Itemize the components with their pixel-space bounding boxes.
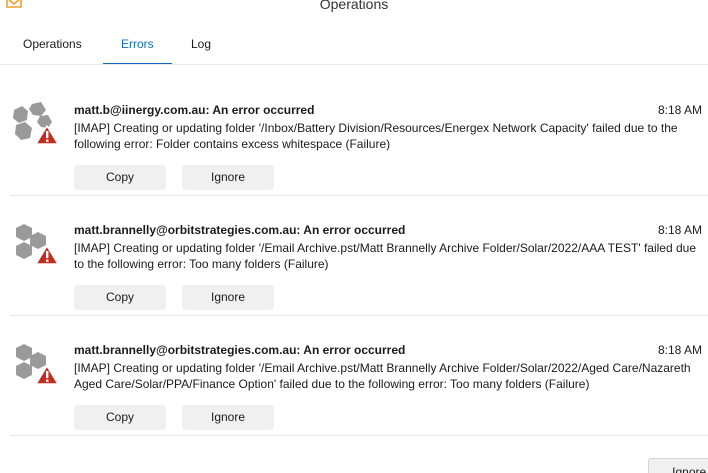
ignore-button[interactable]: Ignore [182, 165, 274, 190]
error-message: [IMAP] Creating or updating folder '/Ema… [74, 361, 691, 391]
tab-errors[interactable]: Errors [103, 37, 172, 65]
copy-button[interactable]: Copy [74, 285, 166, 310]
error-message: [IMAP] Creating or updating folder '/Ema… [74, 241, 697, 271]
error-item: matt.b@iinergy.com.au: An error occurred… [10, 76, 708, 196]
error-message: [IMAP] Creating or updating folder '/Inb… [74, 121, 678, 151]
copy-button[interactable]: Copy [74, 405, 166, 430]
error-item: matt.brannelly@orbitstrategies.com.au: A… [10, 196, 708, 316]
ignore-button[interactable]: Ignore [182, 285, 274, 310]
error-badge-icon [35, 365, 59, 385]
tab-divider [0, 64, 708, 65]
error-account-title: matt.brannelly@orbitstrategies.com.au: A… [74, 223, 406, 237]
window-title: Operations [319, 0, 389, 12]
error-item: matt.brannelly@orbitstrategies.com.au: A… [10, 316, 708, 436]
divider [10, 435, 708, 436]
error-account-title: matt.b@iinergy.com.au: An error occurred [74, 103, 315, 117]
error-badge-icon [35, 245, 59, 265]
ignore-all-button[interactable]: Ignore A [648, 458, 708, 473]
error-timestamp: 8:18 AM [657, 343, 702, 357]
operations-window: Operations Operations Errors Log matt.b@… [0, 0, 708, 473]
error-account-title: matt.brannelly@orbitstrategies.com.au: A… [74, 343, 406, 357]
error-badge-icon [35, 125, 59, 145]
copy-button[interactable]: Copy [74, 165, 166, 190]
account-error-icon [10, 220, 62, 272]
tab-bar: Operations Errors Log [0, 28, 708, 65]
error-timestamp: 8:18 AM [657, 223, 702, 237]
tab-operations[interactable]: Operations [23, 37, 82, 61]
account-error-icon [10, 100, 62, 152]
tab-log[interactable]: Log [191, 37, 211, 61]
ignore-button[interactable]: Ignore [182, 405, 274, 430]
title-bar: Operations [0, 0, 708, 16]
error-timestamp: 8:18 AM [657, 103, 702, 117]
account-error-icon [10, 340, 62, 392]
